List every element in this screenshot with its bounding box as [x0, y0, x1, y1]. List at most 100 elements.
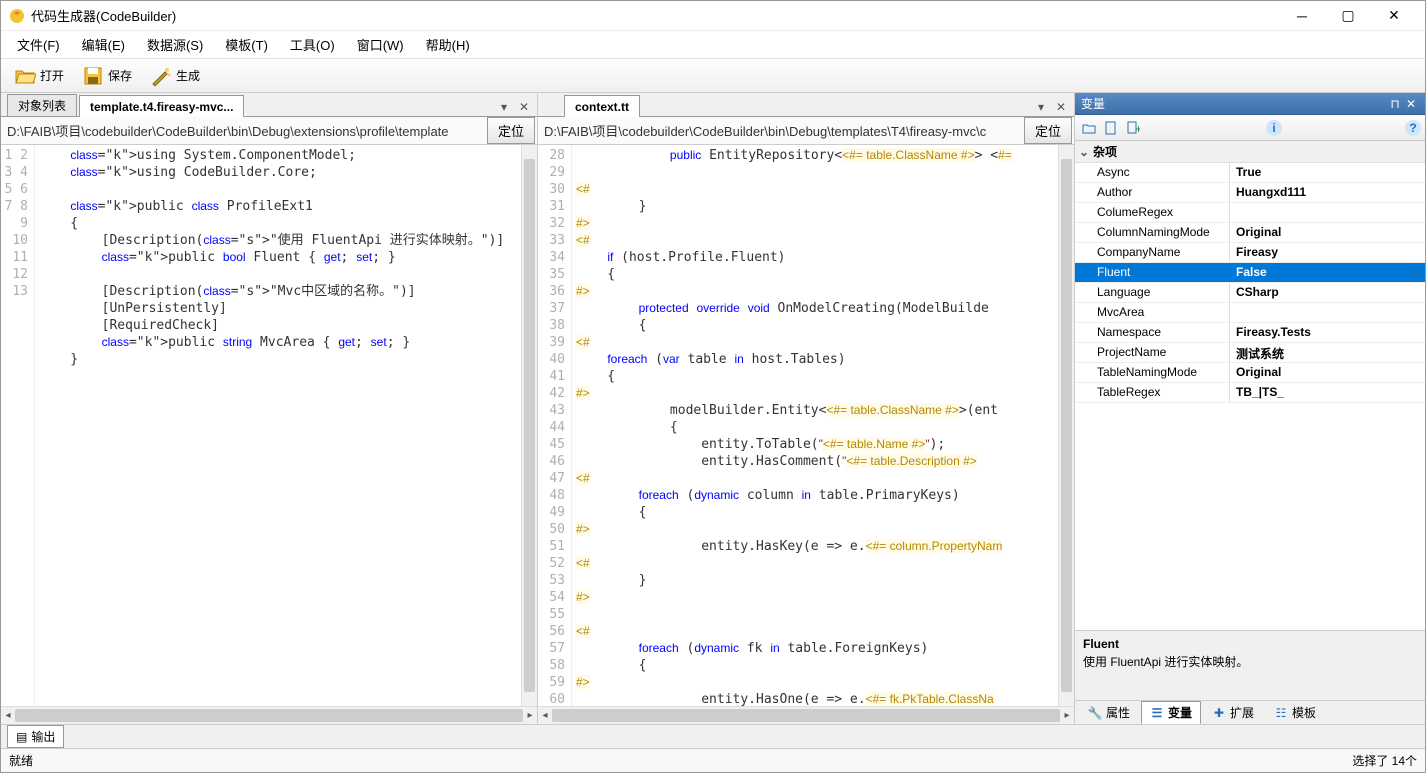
tab-dropdown-button[interactable]: ▾	[495, 98, 513, 116]
prop-value[interactable]	[1230, 203, 1425, 222]
left-code[interactable]: class="k">using System.ComponentModel; c…	[35, 145, 521, 706]
prop-name: CompanyName	[1075, 243, 1230, 262]
right-tab-strip: context.tt ▾ ✕	[538, 93, 1074, 117]
prop-value[interactable]: CSharp	[1230, 283, 1425, 302]
output-tab[interactable]: ▤输出	[7, 725, 64, 748]
open-button[interactable]: 打开	[7, 61, 71, 91]
folder-icon[interactable]	[1079, 118, 1099, 138]
tab-dropdown-button[interactable]: ▾	[1032, 98, 1050, 116]
btab-ext[interactable]: ✚扩展	[1203, 701, 1263, 724]
tab-close-button[interactable]: ✕	[515, 98, 533, 116]
save-icon	[82, 65, 104, 87]
pin-icon[interactable]: ⊓	[1387, 96, 1403, 112]
build-button[interactable]: 生成	[143, 61, 207, 91]
magic-wand-icon	[150, 65, 172, 87]
prop-row-projectname[interactable]: ProjectName测试系统	[1075, 343, 1425, 363]
left-tab-strip: 对象列表 template.t4.fireasy-mvc... ▾ ✕	[1, 93, 537, 117]
title-bar: 代码生成器(CodeBuilder) ─ ▢ ✕	[1, 1, 1425, 31]
doc-icon: ☷	[1274, 706, 1288, 720]
prop-value[interactable]: False⌄	[1230, 263, 1425, 282]
app-window: 代码生成器(CodeBuilder) ─ ▢ ✕ 文件(F) 编辑(E) 数据源…	[0, 0, 1426, 773]
save-button[interactable]: 保存	[75, 61, 139, 91]
tab-context-tt[interactable]: context.tt	[564, 95, 640, 117]
folder-open-icon	[14, 65, 36, 87]
prop-row-columnnamingmode[interactable]: ColumnNamingModeOriginal	[1075, 223, 1425, 243]
maximize-button[interactable]: ▢	[1325, 2, 1371, 30]
wrench-icon: 🔧	[1088, 706, 1102, 720]
prop-row-author[interactable]: AuthorHuangxd111	[1075, 183, 1425, 203]
status-selection: 选择了 14个	[1352, 752, 1417, 769]
prop-name: Language	[1075, 283, 1230, 302]
btab-tpl[interactable]: ☷模板	[1265, 701, 1325, 724]
prop-value[interactable]: Fireasy.Tests	[1230, 323, 1425, 342]
prop-name: Author	[1075, 183, 1230, 202]
btab-props[interactable]: 🔧属性	[1079, 701, 1139, 724]
right-path-row: D:\FAIB\项目\codebuilder\CodeBuilder\bin\D…	[538, 117, 1074, 145]
prop-row-tablenamingmode[interactable]: TableNamingModeOriginal	[1075, 363, 1425, 383]
prop-value[interactable]: True	[1230, 163, 1425, 182]
tab-close-button[interactable]: ✕	[1052, 98, 1070, 116]
menu-template[interactable]: 模板(T)	[215, 31, 278, 58]
add-file-icon[interactable]: +	[1123, 118, 1143, 138]
property-grid[interactable]: ⌄杂项AsyncTrueAuthorHuangxd111ColumeRegexC…	[1075, 141, 1425, 630]
prop-name: Async	[1075, 163, 1230, 182]
tab-template-profile[interactable]: template.t4.fireasy-mvc...	[79, 95, 244, 117]
panel-bottom-tabs: 🔧属性 ☰变量 ✚扩展 ☷模板	[1075, 700, 1425, 724]
prop-row-language[interactable]: LanguageCSharp	[1075, 283, 1425, 303]
prop-value[interactable]: TB_|TS_	[1230, 383, 1425, 402]
build-label: 生成	[176, 67, 200, 84]
right-code[interactable]: public EntityRepository<<#= table.ClassN…	[572, 145, 1058, 706]
right-code-area[interactable]: 28 29 30 31 32 33 34 35 36 37 38 39 40 4…	[538, 145, 1074, 706]
window-controls: ─ ▢ ✕	[1279, 2, 1417, 30]
prop-value[interactable]	[1230, 303, 1425, 322]
left-editor-panel: 对象列表 template.t4.fireasy-mvc... ▾ ✕ D:\F…	[1, 93, 538, 724]
prop-value[interactable]: Original	[1230, 223, 1425, 242]
right-hscroll[interactable]: ◂▸	[538, 706, 1074, 724]
left-locate-button[interactable]: 定位	[487, 117, 535, 144]
prop-name: ProjectName	[1075, 343, 1230, 362]
menu-bar: 文件(F) 编辑(E) 数据源(S) 模板(T) 工具(O) 窗口(W) 帮助(…	[1, 31, 1425, 59]
menu-edit[interactable]: 编辑(E)	[72, 31, 135, 58]
prop-row-columeregex[interactable]: ColumeRegex	[1075, 203, 1425, 223]
prop-value[interactable]: Fireasy	[1230, 243, 1425, 262]
left-code-area[interactable]: 1 2 3 4 5 6 7 8 9 10 11 12 13 class="k">…	[1, 145, 537, 706]
menu-tools[interactable]: 工具(O)	[280, 31, 345, 58]
btab-vars[interactable]: ☰变量	[1141, 701, 1201, 724]
right-editor-panel: context.tt ▾ ✕ D:\FAIB\项目\codebuilder\Co…	[538, 93, 1075, 724]
panel-close-icon[interactable]: ✕	[1403, 96, 1419, 112]
new-file-icon[interactable]	[1101, 118, 1121, 138]
left-hscroll[interactable]: ◂▸	[1, 706, 537, 724]
save-label: 保存	[108, 67, 132, 84]
right-gutter: 28 29 30 31 32 33 34 35 36 37 38 39 40 4…	[538, 145, 572, 706]
prop-row-fluent[interactable]: FluentFalse⌄	[1075, 263, 1425, 283]
dropdown-icon[interactable]: ⌄	[1413, 265, 1421, 276]
prop-name: MvcArea	[1075, 303, 1230, 322]
prop-row-companyname[interactable]: CompanyNameFireasy	[1075, 243, 1425, 263]
right-locate-button[interactable]: 定位	[1024, 117, 1072, 144]
prop-row-tableregex[interactable]: TableRegexTB_|TS_	[1075, 383, 1425, 403]
tab-object-list[interactable]: 对象列表	[7, 94, 77, 116]
close-button[interactable]: ✕	[1371, 2, 1417, 30]
list-icon: ☰	[1150, 706, 1164, 720]
prop-value[interactable]: 测试系统	[1230, 343, 1425, 362]
menu-help[interactable]: 帮助(H)	[416, 31, 480, 58]
group-row[interactable]: ⌄杂项	[1075, 141, 1425, 163]
prop-row-mvcarea[interactable]: MvcArea	[1075, 303, 1425, 323]
help-icon[interactable]: ?	[1405, 120, 1421, 136]
svg-text:+: +	[1135, 122, 1140, 135]
prop-row-namespace[interactable]: NamespaceFireasy.Tests	[1075, 323, 1425, 343]
left-vscroll[interactable]	[521, 145, 537, 706]
prop-value[interactable]: Huangxd111	[1230, 183, 1425, 202]
info-icon[interactable]: i	[1266, 120, 1282, 136]
menu-window[interactable]: 窗口(W)	[347, 31, 414, 58]
open-label: 打开	[40, 67, 64, 84]
prop-value[interactable]: Original	[1230, 363, 1425, 382]
left-gutter: 1 2 3 4 5 6 7 8 9 10 11 12 13	[1, 145, 35, 706]
right-vscroll[interactable]	[1058, 145, 1074, 706]
chevron-down-icon[interactable]: ⌄	[1079, 145, 1093, 159]
minimize-button[interactable]: ─	[1279, 2, 1325, 30]
menu-file[interactable]: 文件(F)	[7, 31, 70, 58]
desc-title: Fluent	[1083, 637, 1417, 651]
prop-row-async[interactable]: AsyncTrue	[1075, 163, 1425, 183]
menu-datasource[interactable]: 数据源(S)	[137, 31, 213, 58]
